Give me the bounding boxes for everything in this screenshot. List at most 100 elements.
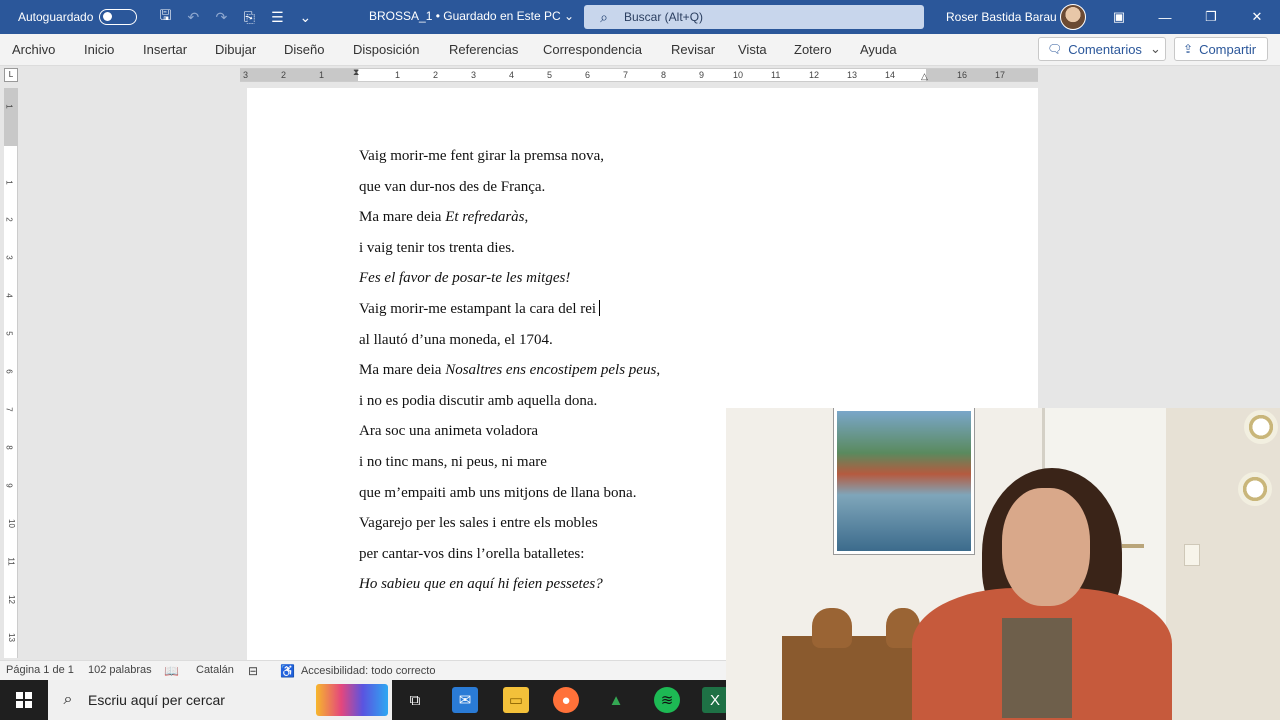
customize-toolbar-icon[interactable]: ⌄ [291, 9, 319, 26]
webcam-video [726, 408, 1280, 720]
ruler-number: 6 [585, 70, 591, 80]
share-button[interactable]: ⇪ Compartir [1174, 37, 1268, 61]
mail-icon[interactable]: ✉ [452, 687, 478, 713]
webcam-person [902, 468, 1172, 720]
start-button[interactable] [0, 680, 48, 720]
ruler-number: 10 [733, 70, 744, 80]
ruler-number: 7 [623, 70, 629, 80]
clay-pot [812, 608, 852, 648]
bullets-icon[interactable]: ☰ [263, 9, 291, 26]
search-placeholder: Buscar (Alt+Q) [624, 10, 704, 24]
right-indent-marker-icon[interactable]: △ [921, 71, 928, 82]
firefox-icon[interactable]: ● [553, 687, 579, 713]
comments-button[interactable]: 🗨 Comentarios ⌄ [1038, 37, 1166, 61]
italic-text: Ho sabieu que en aquí hi feien pessetes? [359, 576, 603, 593]
file-explorer-icon[interactable]: ▭ [503, 687, 529, 713]
undo-icon[interactable]: ↶ [179, 9, 207, 26]
ruler-number: 1 [4, 104, 14, 109]
text-cursor [599, 299, 601, 316]
word-count[interactable]: 102 palabras [88, 664, 152, 676]
ruler-number: 17 [995, 70, 1006, 80]
comment-icon: 🗨 [1047, 42, 1063, 56]
format-painter-icon[interactable]: ⎘ [235, 9, 263, 26]
document-line: que m’empaiti amb uns mitjons de llana b… [359, 483, 660, 514]
task-view-icon[interactable]: ⧉ [402, 687, 428, 713]
text-run: Vagarejo per les sales i entre els moble… [359, 515, 598, 532]
tab-disposicion[interactable]: Disposición [353, 42, 419, 57]
ruler-number: 16 [957, 70, 968, 80]
vertical-ruler[interactable]: 1 1 2 3 4 5 6 7 8 9 10 11 12 13 [4, 88, 18, 658]
search-highlight-image [316, 684, 388, 716]
tab-revisar[interactable]: Revisar [671, 42, 715, 57]
tab-zotero[interactable]: Zotero [794, 42, 832, 57]
ruler-number: 5 [547, 70, 553, 80]
search-box[interactable]: ⌕ Buscar (Alt+Q) [584, 5, 924, 29]
text-run: al llautó d’una moneda, el 1704. [359, 331, 553, 348]
ribbon-tabs: Archivo Inicio Insertar Dibujar Diseño D… [0, 34, 1280, 66]
redo-icon[interactable]: ↷ [207, 9, 235, 26]
tab-insertar[interactable]: Insertar [143, 42, 187, 57]
minimize-icon[interactable]: — [1142, 0, 1188, 34]
google-drive-icon[interactable]: ▲ [603, 687, 629, 713]
tab-vista[interactable]: Vista [738, 42, 767, 57]
ruler-number: 6 [4, 369, 14, 374]
windows-icon [16, 692, 32, 708]
indent-marker-icon[interactable]: ⧗ [353, 67, 359, 78]
macro-recorder[interactable]: ⊟ [248, 664, 264, 678]
language[interactable]: Catalán [196, 664, 234, 676]
user-name[interactable]: Roser Bastida Barau [946, 10, 1057, 24]
document-body[interactable]: Vaig morir-me fent girar la premsa nova,… [359, 146, 660, 605]
taskbar-search[interactable]: ⌕ Escriu aquí per cercar [48, 680, 392, 720]
document-line: Vaig morir-me fent girar la premsa nova, [359, 146, 660, 177]
document-line: Fes el favor de posar-te les mitges! [359, 268, 660, 299]
ruler-number: 11 [771, 70, 781, 80]
italic-text: Et refredaràs [445, 209, 525, 226]
text-run: Ma mare deia [359, 362, 446, 379]
tab-selector[interactable]: L [4, 68, 18, 82]
ruler-number: 8 [661, 70, 667, 80]
ruler-number: 2 [281, 70, 287, 80]
document-line: Ma mare deia Nosaltres ens encostipem pe… [359, 360, 660, 391]
tab-referencias[interactable]: Referencias [449, 42, 518, 57]
save-icon[interactable]: 🖫 [151, 5, 179, 29]
proofing-status[interactable]: 📖 [164, 664, 185, 678]
search-icon: ⌕ [63, 691, 73, 708]
chevron-down-icon: ⌄ [1149, 41, 1161, 56]
decorative-plate [1244, 410, 1278, 444]
document-line: i vaig tenir tos trenta dies. [359, 238, 660, 269]
ruler-number: 8 [4, 445, 14, 450]
text-run: , [524, 209, 529, 226]
text-run: Ma mare deia [359, 209, 446, 226]
ruler-number: 3 [243, 70, 249, 80]
document-title[interactable]: BROSSA_1 • Guardado en Este PC ⌄ [369, 9, 574, 23]
ruler-number: 3 [471, 70, 477, 80]
taskbar-search-placeholder: Escriu aquí per cercar [88, 692, 225, 708]
ribbon-display-options-icon[interactable]: ▣ [1096, 0, 1142, 34]
accessibility-icon: ♿ [280, 664, 295, 678]
tab-inicio[interactable]: Inicio [84, 42, 114, 57]
spotify-icon[interactable]: ≋ [654, 687, 680, 713]
ruler-margin-left [240, 69, 358, 81]
italic-text: Fes el favor de posar-te les mitges! [359, 270, 571, 287]
accessibility-status[interactable]: ♿ Accesibilidad: todo correcto [280, 664, 435, 678]
light-switch [1184, 544, 1200, 566]
tab-dibujar[interactable]: Dibujar [215, 42, 256, 57]
ruler-margin-top [4, 88, 18, 146]
text-run: Ara soc una animeta voladora [359, 423, 539, 440]
avatar[interactable] [1060, 4, 1086, 30]
tab-diseno[interactable]: Diseño [284, 42, 324, 57]
horizontal-ruler[interactable]: 3 2 1 1 2 3 4 5 6 7 8 9 10 11 12 13 14 1… [240, 67, 1038, 82]
autosave-toggle[interactable] [99, 9, 138, 25]
text-run: que van dur-nos des de França. [359, 178, 546, 195]
close-icon[interactable]: ✕ [1234, 0, 1280, 34]
restore-icon[interactable]: ❐ [1188, 0, 1234, 34]
tab-archivo[interactable]: Archivo [12, 42, 55, 57]
text-run: per cantar-vos dins l’orella batalletes: [359, 545, 585, 562]
ruler-number: 2 [4, 217, 14, 222]
tab-correspondencia[interactable]: Correspondencia [543, 42, 642, 57]
tab-ayuda[interactable]: Ayuda [860, 42, 897, 57]
page-count[interactable]: Página 1 de 1 [6, 664, 74, 676]
document-line: i no es podia discutir amb aquella dona. [359, 391, 660, 422]
excel-icon[interactable]: X [702, 687, 728, 713]
document-line: Ara soc una animeta voladora [359, 421, 660, 452]
